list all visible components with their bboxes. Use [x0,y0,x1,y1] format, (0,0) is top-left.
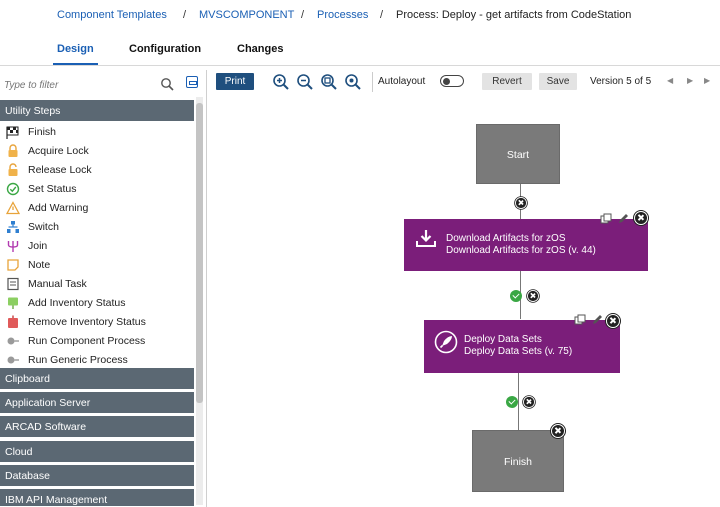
step-node-download-artifacts[interactable]: Download Artifacts for zOS Download Arti… [404,219,648,271]
version-prev-icon[interactable]: ◀ [667,76,673,85]
close-icon[interactable] [551,424,565,438]
close-icon[interactable] [634,211,648,225]
close-icon[interactable] [527,290,539,302]
palette-scrollbar[interactable] [196,97,203,505]
zoom-in-icon[interactable] [272,73,290,91]
tab-design[interactable]: Design [53,43,98,65]
finish-node[interactable]: Finish [472,430,564,492]
category-arcad-software[interactable]: ARCAD Software [0,416,194,438]
toolbar-divider [372,72,373,92]
palette-step-label: Release Lock [28,164,92,176]
zoom-reset-icon[interactable] [344,73,362,91]
success-check-icon[interactable] [506,396,518,408]
add-inventory-icon [8,297,18,309]
palette-step-label: Manual Task [28,278,87,290]
flag-icon [6,126,19,139]
search-icon[interactable] [160,77,174,91]
start-node[interactable]: Start [476,124,560,184]
filter-input[interactable] [4,76,182,94]
version-label: Version 5 of 5 [590,76,652,87]
unlock-icon [8,163,18,176]
remove-inventory-icon [8,315,18,328]
autolayout-label: Autolayout [378,76,426,87]
tab-bar: Design Configuration Changes [0,30,720,66]
category-clipboard[interactable]: Clipboard [0,368,194,390]
version-next-icon[interactable]: ▶ [687,76,693,85]
tab-configuration[interactable]: Configuration [129,43,201,55]
save-button[interactable]: Save [539,73,577,90]
warning-icon [6,201,20,215]
palette-step-label: Note [28,259,51,271]
download-icon [416,230,436,247]
manual-task-icon [7,277,19,291]
print-button[interactable]: Print [216,73,254,90]
step-node-deploy-data-sets[interactable]: Deploy Data Sets Deploy Data Sets (v. 75… [424,320,620,373]
category-cloud[interactable]: Cloud [0,441,194,463]
copy-icon[interactable] [600,213,612,225]
palette-step-label: Add Inventory Status [28,297,126,309]
section-header-utility-steps[interactable]: Utility Steps [0,100,194,122]
step-palette: Utility Steps Finish Acquire Lock Releas… [0,70,207,507]
category-application-server[interactable]: Application Server [0,392,194,414]
process-canvas[interactable]: Start Download Artifacts for zOS Downloa… [210,96,720,507]
copy-icon[interactable] [574,314,586,326]
collapse-all-icon[interactable] [186,76,198,88]
switch-icon [7,221,19,233]
palette-step-label: Add Warning [28,202,89,214]
palette-step-label: Set Status [28,183,77,195]
step-version: Deploy Data Sets (v. 75) [464,346,573,357]
breadcrumb-separator: / [183,9,187,21]
status-check-icon [6,182,20,196]
toggle-knob [443,77,450,85]
zoom-out-icon[interactable] [296,73,314,91]
category-ibm-api-management[interactable]: IBM API Management [0,489,194,507]
breadcrumb-separator: / [301,9,305,21]
success-check-icon[interactable] [510,290,522,302]
zoom-fit-icon[interactable] [320,73,338,91]
palette-step-label: Remove Inventory Status [28,316,146,328]
join-icon [7,241,19,252]
breadcrumb-separator: / [380,9,384,21]
scrollbar-thumb[interactable] [196,103,203,403]
step-name: Download Artifacts for zOS [446,233,566,244]
close-icon[interactable] [515,197,527,209]
finish-node-label: Finish [503,456,532,468]
revert-button[interactable]: Revert [482,73,532,90]
breadcrumb-mvscomponent[interactable]: MVSCOMPONENT [199,9,294,21]
palette-step-label: Run Generic Process [28,354,128,366]
start-node-label: Start [506,149,530,161]
breadcrumb-component-templates[interactable]: Component Templates [57,9,167,21]
version-last-icon[interactable]: ▶ [704,76,710,85]
breadcrumb-current: Process: Deploy - get artifacts from Cod… [396,9,632,21]
run-process-icon [7,337,19,345]
close-icon[interactable] [606,314,620,328]
note-icon [7,259,19,271]
close-icon[interactable] [523,396,535,408]
palette-step-label: Finish [28,126,57,138]
palette-step-label: Run Component Process [28,335,146,347]
run-process-icon [7,356,19,364]
edit-icon[interactable] [617,213,629,225]
palette-step-label: Switch [28,221,59,233]
lock-icon [8,144,18,157]
edge-deploy-to-finish [518,373,519,430]
breadcrumb-processes[interactable]: Processes [317,9,368,21]
autolayout-toggle[interactable] [440,75,464,87]
category-database[interactable]: Database [0,465,194,487]
canvas-toolbar: Print Autolayout Revert Save Version 5 o… [210,70,720,94]
edit-icon[interactable] [591,314,603,326]
palette-step-label: Join [28,240,48,252]
tab-changes[interactable]: Changes [237,43,283,55]
rocket-icon [434,330,458,354]
step-name: Deploy Data Sets [464,334,542,345]
step-version: Download Artifacts for zOS (v. 44) [446,245,596,256]
palette-step-label: Acquire Lock [28,145,89,157]
breadcrumb: Component Templates / MVSCOMPONENT / Pro… [0,0,720,30]
